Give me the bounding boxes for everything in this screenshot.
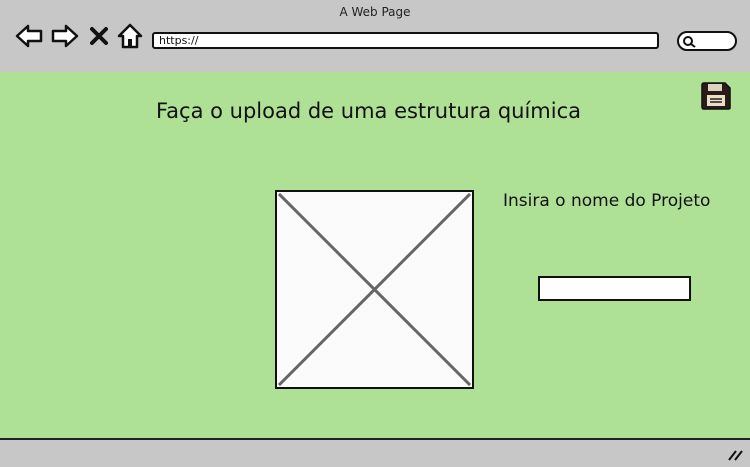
floppy-disk-icon[interactable]: [700, 81, 732, 111]
page-title: Faça o upload de uma estrutura química: [156, 99, 582, 123]
search-icon: [683, 36, 696, 48]
close-x-icon[interactable]: [86, 22, 112, 50]
url-bar[interactable]: https://: [152, 32, 659, 49]
forward-arrow-icon[interactable]: [50, 22, 80, 50]
window-title: A Web Page: [339, 5, 411, 19]
back-arrow-icon[interactable]: [14, 22, 44, 50]
home-icon[interactable]: [115, 22, 145, 50]
project-name-input[interactable]: [538, 276, 691, 301]
search-box[interactable]: [677, 31, 737, 51]
browser-toolbar: A Web Page https://: [0, 0, 750, 74]
project-name-label: Insira o nome do Projeto: [503, 191, 711, 211]
status-bar: [0, 438, 750, 467]
image-placeholder-icon[interactable]: [275, 190, 474, 389]
resize-handle-icon[interactable]: [726, 448, 744, 462]
page-content: Faça o upload de uma estrutura química I…: [0, 72, 750, 438]
